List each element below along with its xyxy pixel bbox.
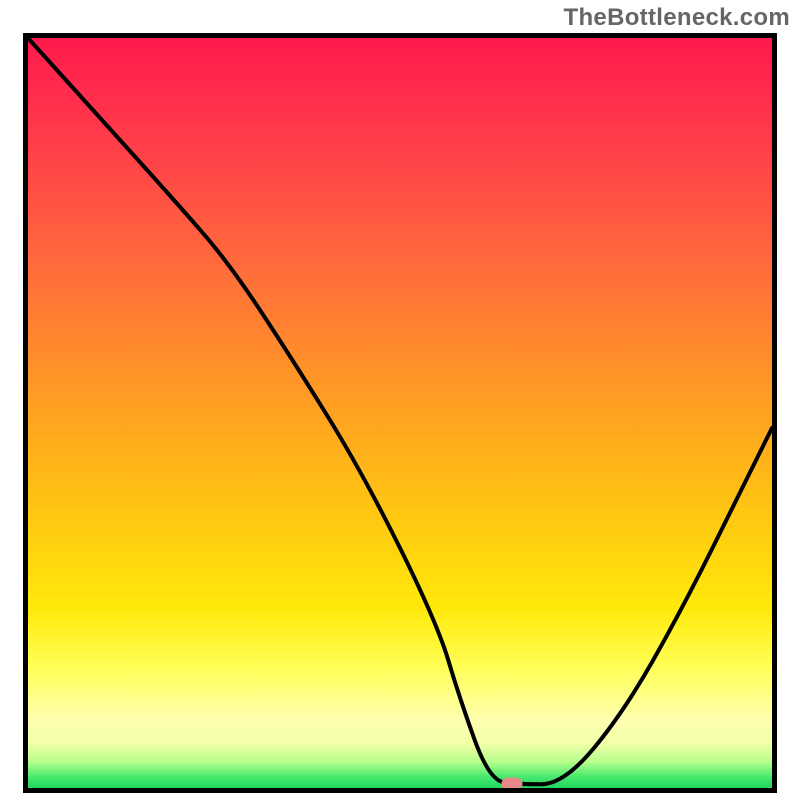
optimal-point-marker bbox=[501, 778, 522, 791]
bottleneck-curve bbox=[28, 38, 772, 788]
chart-container: TheBottleneck.com bbox=[0, 0, 800, 800]
plot-frame bbox=[23, 33, 777, 793]
attribution-text: TheBottleneck.com bbox=[564, 4, 790, 32]
